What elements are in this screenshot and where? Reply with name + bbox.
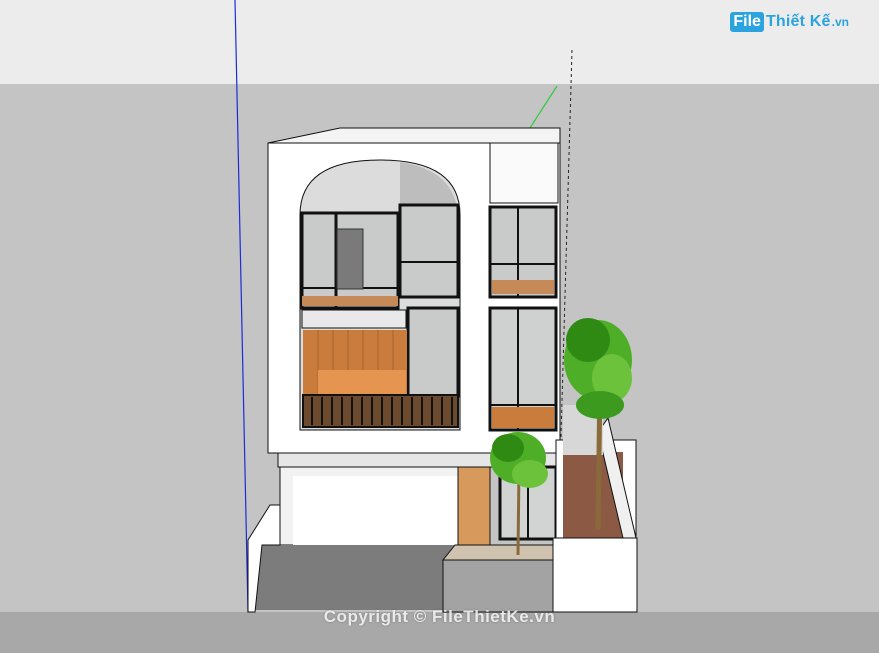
floor-band bbox=[301, 309, 407, 329]
stone-planter bbox=[442, 559, 554, 613]
right-lower-window-wood bbox=[492, 407, 554, 428]
garage-floor bbox=[255, 545, 455, 610]
upper-floor-strip bbox=[302, 296, 398, 306]
filethietke-logo: File Thiết Kế .vn bbox=[730, 12, 849, 32]
copyright-watermark: Copyright © FileThietKe.vn bbox=[323, 607, 556, 626]
logo-text: Thiết Kế bbox=[765, 13, 831, 30]
logo-tld: .vn bbox=[831, 15, 849, 29]
wood-door-panel bbox=[457, 466, 491, 546]
balcony-railing bbox=[302, 394, 459, 428]
entry-step bbox=[441, 544, 556, 561]
right-base-wall bbox=[552, 537, 638, 613]
floor-wood-light bbox=[318, 370, 406, 396]
right-parapet bbox=[489, 142, 559, 204]
center-glass-lower bbox=[406, 306, 460, 398]
garage-back-wall bbox=[293, 476, 458, 545]
right-upper-window-floor bbox=[492, 280, 554, 294]
logo-icon-box: File bbox=[730, 12, 764, 32]
center-glass-upper bbox=[398, 203, 460, 299]
sketchup-viewport[interactable]: File Thiết Kế .vn Copyright © FileThietK… bbox=[0, 0, 879, 653]
balcony-railing-bars bbox=[311, 397, 453, 425]
interior-door bbox=[336, 228, 364, 290]
3d-house-model-view[interactable] bbox=[0, 0, 879, 653]
